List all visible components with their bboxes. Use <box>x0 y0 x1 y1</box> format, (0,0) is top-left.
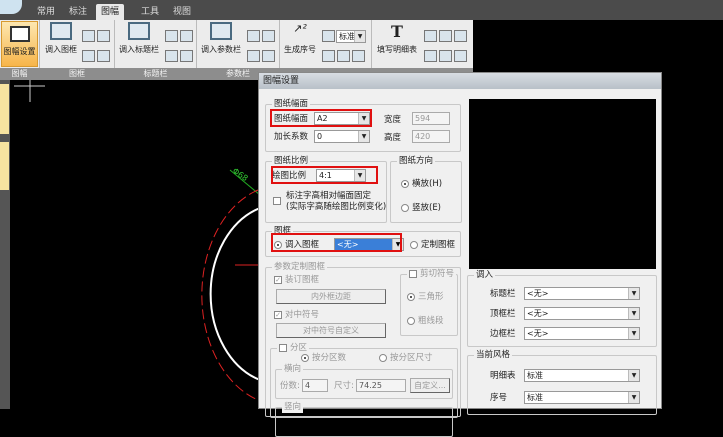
edit-title-icon[interactable] <box>165 30 178 42</box>
highlight-box <box>270 109 372 127</box>
number-b-icon[interactable] <box>337 50 350 62</box>
chevron-down-icon: ▼ <box>354 31 365 42</box>
frame-text-icon[interactable] <box>97 30 110 42</box>
balloon-number-icon: ↗² <box>293 22 307 35</box>
horizontal-group: 横向 份数: 4 尺寸: 74.25 自定义... <box>275 364 453 399</box>
left-side-panel <box>0 80 10 409</box>
frame-tool-icon[interactable] <box>82 50 95 62</box>
thick-line-radio[interactable]: 粗线段 <box>407 315 444 327</box>
param-tool-icon[interactable] <box>247 50 260 62</box>
chevron-down-icon: ▼ <box>628 370 639 381</box>
number-style-select[interactable]: 标准 ▼ <box>336 30 366 43</box>
by-size-radio[interactable]: 按分区尺寸 <box>379 352 433 364</box>
title-block-icon <box>128 22 150 40</box>
frame-preview <box>469 99 656 269</box>
number-style-dialog-select[interactable]: 标准 ▼ <box>524 391 640 404</box>
group-label-title-block: 标题栏 <box>143 69 168 78</box>
zone-group: 分区 按分区数 按分区尺寸 横向 份数: 4 尺寸: 74.25 自定义... … <box>270 343 458 437</box>
custom-frame-radio[interactable]: 定制图框 <box>410 239 455 251</box>
current-style-group: 当前风格 明细表 标准 ▼ 序号 标准 ▼ <box>467 350 657 415</box>
width-field[interactable]: 594 <box>412 112 450 125</box>
vertical-group: 竖向 <box>275 402 453 437</box>
extension-factor-select[interactable]: 0 ▼ <box>314 130 370 143</box>
bom-table-icon[interactable] <box>424 50 437 62</box>
top-frame-select[interactable]: <无> ▼ <box>524 307 640 320</box>
chevron-down-icon: ▼ <box>628 328 639 339</box>
ribbon-tab-bar: 常用 标注 图幅 工具 视图 <box>0 0 723 20</box>
bom-window-icon[interactable] <box>439 30 452 42</box>
center-mark-custom-button[interactable]: 对中符号自定义 <box>276 323 386 338</box>
title-text-icon[interactable] <box>180 30 193 42</box>
border-frame-select[interactable]: <无> ▼ <box>524 327 640 340</box>
app-logo[interactable] <box>0 0 22 14</box>
frame-settings-button[interactable]: 图幅设置 <box>1 21 38 67</box>
print-icon[interactable] <box>454 30 467 42</box>
dialog-title[interactable]: 图幅设置 <box>259 73 661 89</box>
dimension-label: Φ68 <box>231 166 250 183</box>
triangle-radio[interactable]: 三角形 <box>407 291 444 303</box>
load-title-block-button[interactable]: 调入标题栏 <box>117 22 161 55</box>
frame-save-icon[interactable] <box>97 50 110 62</box>
group-label-frame: 图框 <box>69 69 85 78</box>
margin-button[interactable]: 内外框边距 <box>276 289 386 304</box>
cut-mark-group: 剪切符号 三角形 粗线段 <box>400 269 458 336</box>
ribbon-panel: 图幅设置 调入图框 调入标题栏 调入参数栏 ↗² 生成序号 标准 ▼ T 填写明细表 <box>0 20 473 68</box>
title-block-select[interactable]: <无> ▼ <box>524 287 640 300</box>
load-param-bar-button[interactable]: 调入参数栏 <box>199 22 243 55</box>
side-tab-2[interactable] <box>0 142 9 190</box>
edit-frame-icon[interactable] <box>82 30 95 42</box>
portrait-radio[interactable]: 竖放(E) <box>401 202 441 214</box>
drawing-canvas[interactable]: Φ68 <box>10 80 260 409</box>
height-field[interactable]: 420 <box>412 130 450 143</box>
tab-view[interactable]: 视图 <box>168 4 196 20</box>
load-group: 调入 标题栏 <无> ▼ 顶框栏 <无> ▼ 边框栏 <无> ▼ <box>467 270 657 347</box>
param-bar-icon <box>210 22 232 40</box>
copy-icon[interactable] <box>454 50 467 62</box>
chevron-down-icon: ▼ <box>628 308 639 319</box>
param-save-icon[interactable] <box>262 50 275 62</box>
frame-icon <box>50 22 72 40</box>
tab-drawing-frame[interactable]: 图幅 <box>96 4 125 20</box>
edit-param-icon[interactable] <box>247 30 260 42</box>
number-style-icon[interactable] <box>322 30 335 42</box>
fixed-text-height-checkbox[interactable] <box>273 197 281 205</box>
tab-annotation[interactable]: 标注 <box>64 4 92 20</box>
tab-common[interactable]: 常用 <box>32 4 60 20</box>
number-a-icon[interactable] <box>322 50 335 62</box>
tab-tools[interactable]: 工具 <box>136 4 164 20</box>
chevron-down-icon: ▼ <box>628 288 639 299</box>
side-tab-1[interactable] <box>0 84 9 134</box>
zone-size-field[interactable]: 74.25 <box>356 379 406 392</box>
orientation-group: 图纸方向 横放(H) 竖放(E) <box>390 156 462 223</box>
highlight-box <box>271 233 402 252</box>
frame-settings-dialog: 图幅设置 图纸幅面 图纸幅面 A2 ▼ 加长系数 0 ▼ 宽度 594 高度 420… <box>258 72 662 437</box>
bom-style-select[interactable]: 标准 ▼ <box>524 369 640 382</box>
cut-mark-checkbox[interactable]: 剪切符号 <box>407 269 457 280</box>
bom-edit-icon[interactable] <box>424 30 437 42</box>
chevron-down-icon: ▼ <box>628 392 639 403</box>
param-text-icon[interactable] <box>262 30 275 42</box>
center-mark-checkbox[interactable]: ✓ 对中符号 <box>274 309 319 321</box>
bom-db-icon[interactable] <box>439 50 452 62</box>
title-save-icon[interactable] <box>180 50 193 62</box>
load-frame-button[interactable]: 调入图框 <box>44 22 78 55</box>
param-frame-group: 参数定制图框 ✓ 装订图框 内外框边距 ✓ 对中符号 对中符号自定义 剪切符号 三角… <box>265 262 461 437</box>
by-count-radio[interactable]: 按分区数 <box>301 352 346 364</box>
chevron-down-icon: ▼ <box>358 131 369 142</box>
custom-zone-button[interactable]: 自定义... <box>410 378 450 393</box>
fill-bom-button[interactable]: T 填写明细表 <box>374 22 420 55</box>
highlight-box <box>271 166 378 184</box>
landscape-radio[interactable]: 横放(H) <box>401 178 442 190</box>
text-t-icon: T <box>391 22 403 41</box>
number-c-icon[interactable] <box>352 50 365 62</box>
zone-count-field[interactable]: 4 <box>302 379 328 392</box>
group-label-frame-size: 图幅 <box>11 69 28 78</box>
binding-frame-checkbox[interactable]: ✓ 装订图框 <box>274 274 319 286</box>
generate-number-button[interactable]: ↗² 生成序号 <box>282 22 318 55</box>
frame-settings-icon <box>9 26 30 42</box>
title-tool-icon[interactable] <box>165 50 178 62</box>
